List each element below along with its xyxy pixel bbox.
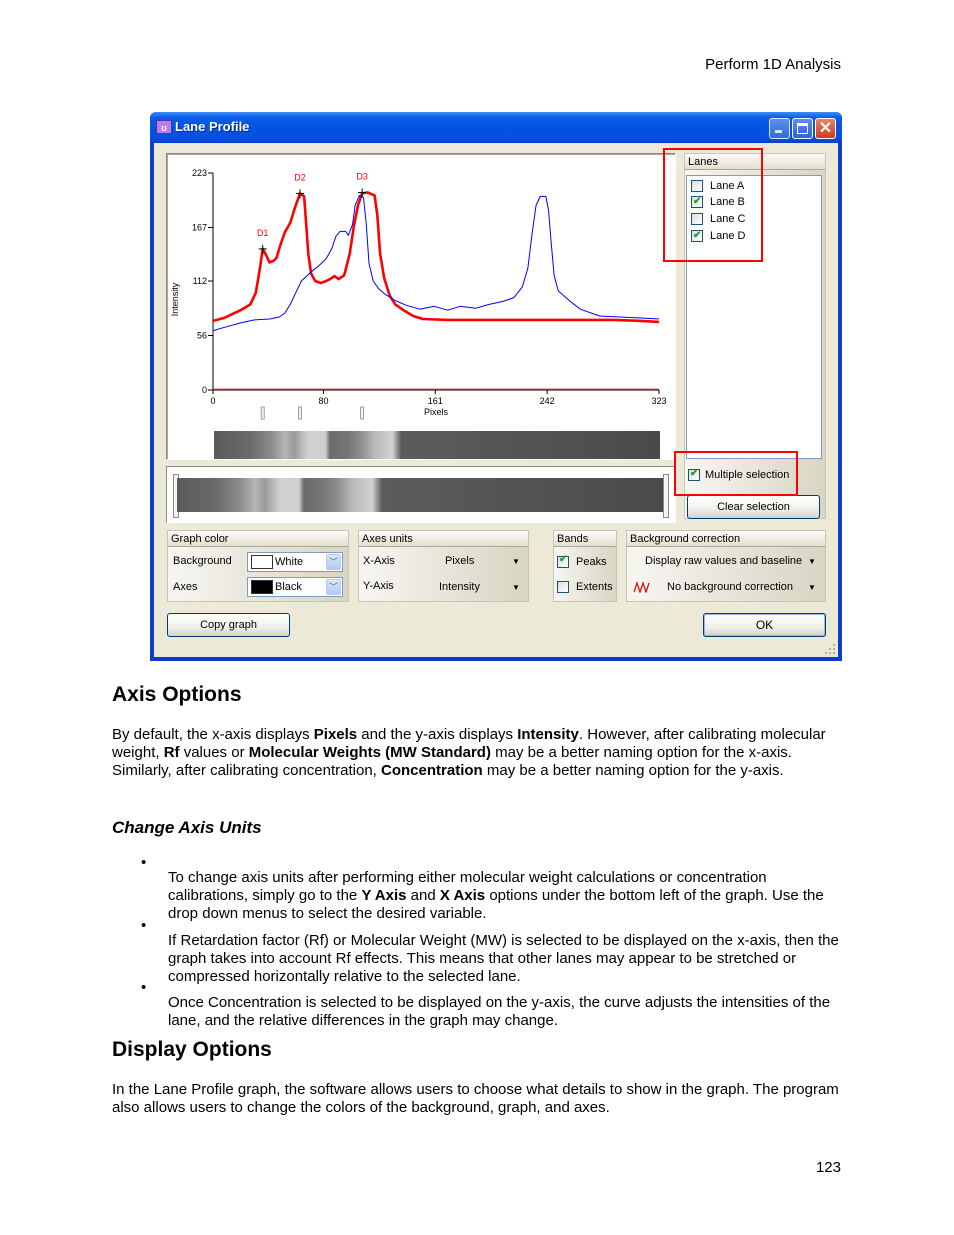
- y-tick-label: 112: [193, 276, 207, 286]
- y-tick-label: 167: [192, 222, 207, 232]
- lanes-highlight-box: [663, 148, 763, 262]
- series-line-lane-d: [212, 194, 660, 332]
- x-tick-label: 323: [651, 396, 666, 406]
- bullet-icon: •: [141, 854, 147, 871]
- y-tick-label: 0: [202, 385, 207, 395]
- band-position-marker: [298, 406, 302, 420]
- background-correction-dropdown[interactable]: No background correction ▼: [630, 577, 822, 597]
- x-tick-label: 80: [318, 396, 328, 406]
- gel-overview-strip[interactable]: [166, 466, 676, 523]
- background-color-swatch: [251, 555, 273, 569]
- dropdown-arrow-icon[interactable]: ▼: [512, 583, 520, 592]
- close-button[interactable]: ✕: [815, 118, 836, 139]
- peak-label: D1: [257, 228, 269, 238]
- band-position-marker: [260, 406, 265, 420]
- page-number: 123: [815, 1159, 841, 1176]
- clear-selection-button[interactable]: Clear selection: [687, 495, 820, 519]
- bold-term: Y Axis: [361, 887, 407, 904]
- multiple-selection-highlight-box: [674, 451, 798, 496]
- axis-options-heading: Axis Options: [112, 683, 242, 706]
- page-header: Perform 1D Analysis: [705, 56, 841, 73]
- graph-color-header: Graph color: [167, 530, 349, 547]
- peak-label: D3: [356, 171, 368, 181]
- extents-checkbox[interactable]: Extents: [557, 581, 615, 595]
- axes-color-value: Black: [275, 581, 302, 593]
- text-run: and: [406, 887, 440, 904]
- copy-graph-button[interactable]: Copy graph: [167, 613, 290, 637]
- chevron-down-icon[interactable]: ﹀: [326, 579, 341, 595]
- minimize-button[interactable]: [769, 118, 790, 139]
- text-run: may be a better naming option for the y-…: [482, 762, 784, 779]
- series-line-lane-b: [212, 191, 660, 324]
- bold-term: Intensity: [517, 726, 579, 743]
- y-tick-label: 223: [192, 168, 207, 178]
- text-run: and the y-axis displays: [357, 726, 518, 743]
- axes-color-swatch: [251, 580, 273, 594]
- axes-color-select[interactable]: Black ﹀: [247, 577, 343, 597]
- window-title: Lane Profile: [175, 119, 250, 134]
- background-correction-value: No background correction: [667, 581, 793, 593]
- text-run: Once Concentration is selected to be dis…: [168, 994, 831, 1029]
- axis-options-paragraph: By default, the x-axis displays Pixels a…: [112, 726, 844, 780]
- x-tick-label: 161: [428, 396, 443, 406]
- gel-overview-image: [177, 478, 665, 512]
- display-options-heading: Display Options: [112, 1038, 272, 1061]
- extents-label: Extents: [576, 581, 613, 593]
- axes-units-header: Axes units: [358, 530, 529, 547]
- right-range-handle[interactable]: [663, 474, 669, 518]
- bold-term: X Axis: [439, 887, 486, 904]
- bold-term: Concentration: [381, 762, 483, 779]
- bands-header: Bands: [553, 530, 617, 547]
- bullet-item: Once Concentration is selected to be dis…: [168, 979, 844, 1045]
- band-position-marker: [360, 406, 365, 420]
- ok-button[interactable]: OK: [703, 613, 826, 637]
- background-color-select[interactable]: White ﹀: [247, 552, 343, 572]
- y-tick-label: 56: [197, 331, 207, 341]
- peaks-check[interactable]: [557, 554, 569, 568]
- extents-check[interactable]: [557, 581, 569, 593]
- gel-lane-image: [214, 431, 660, 459]
- bold-term: Pixels: [313, 726, 358, 743]
- chart-svg: 0561121672230 80 161 242 323PixelsIntensity …: [170, 168, 667, 459]
- dropdown-arrow-icon[interactable]: ▼: [512, 557, 520, 566]
- y-axis-units-value: Intensity: [439, 581, 480, 593]
- title-bar[interactable]: ʊ Lane Profile ✕: [150, 112, 842, 143]
- bullet-icon: •: [141, 917, 147, 934]
- app-logo-icon: ʊ: [156, 120, 172, 134]
- close-icon: ✕: [818, 120, 833, 137]
- axes-color-label: Axes: [173, 581, 198, 593]
- wave-icon: [633, 581, 650, 593]
- x-axis-units-dropdown[interactable]: Pixels ▼: [418, 552, 526, 572]
- text-run: By default, the x-axis displays: [112, 726, 314, 743]
- bold-term: Rf: [163, 744, 180, 761]
- x-axis-units-value: Pixels: [445, 555, 475, 567]
- background-correction-header: Background correction: [626, 530, 826, 547]
- text-run: If Retardation factor (Rf) or Molecular …: [168, 932, 839, 985]
- x-axis-label: X-Axis: [363, 555, 395, 567]
- chevron-down-icon[interactable]: ﹀: [326, 554, 341, 570]
- peaks-checkbox[interactable]: Peaks: [557, 554, 615, 570]
- resize-grip-icon[interactable]: [824, 643, 836, 655]
- x-tick-label: 242: [540, 396, 555, 406]
- y-axis-title: Intensity: [170, 282, 180, 316]
- y-axis-units-dropdown[interactable]: Intensity ▼: [418, 577, 526, 597]
- bullet-icon: •: [141, 979, 147, 996]
- lane-profile-graph[interactable]: 0 56 112 167 223 0 80 161 242 323 Pixels Intensity …: [166, 153, 676, 460]
- bold-term: Molecular Weights (MW Standard): [248, 744, 491, 761]
- y-axis-label: Y-Axis: [363, 580, 394, 592]
- background-color-label: Background: [173, 555, 232, 567]
- background-color-value: White: [275, 556, 304, 568]
- display-mode-value: Display raw values and baseline: [645, 555, 803, 567]
- display-mode-dropdown[interactable]: Display raw values and baseline ▼: [630, 552, 822, 572]
- maximize-button[interactable]: [792, 118, 813, 139]
- change-axis-units-heading: Change Axis Units: [112, 818, 262, 837]
- x-axis-title: Pixels: [424, 407, 449, 417]
- dropdown-arrow-icon[interactable]: ▼: [808, 557, 816, 566]
- dropdown-arrow-icon[interactable]: ▼: [808, 583, 816, 592]
- text-run: values or: [179, 744, 249, 761]
- peaks-label: Peaks: [576, 556, 607, 568]
- x-tick-label: 0: [210, 396, 215, 406]
- display-options-paragraph: In the Lane Profile graph, the software …: [112, 1081, 839, 1116]
- peak-label: D2: [294, 172, 306, 182]
